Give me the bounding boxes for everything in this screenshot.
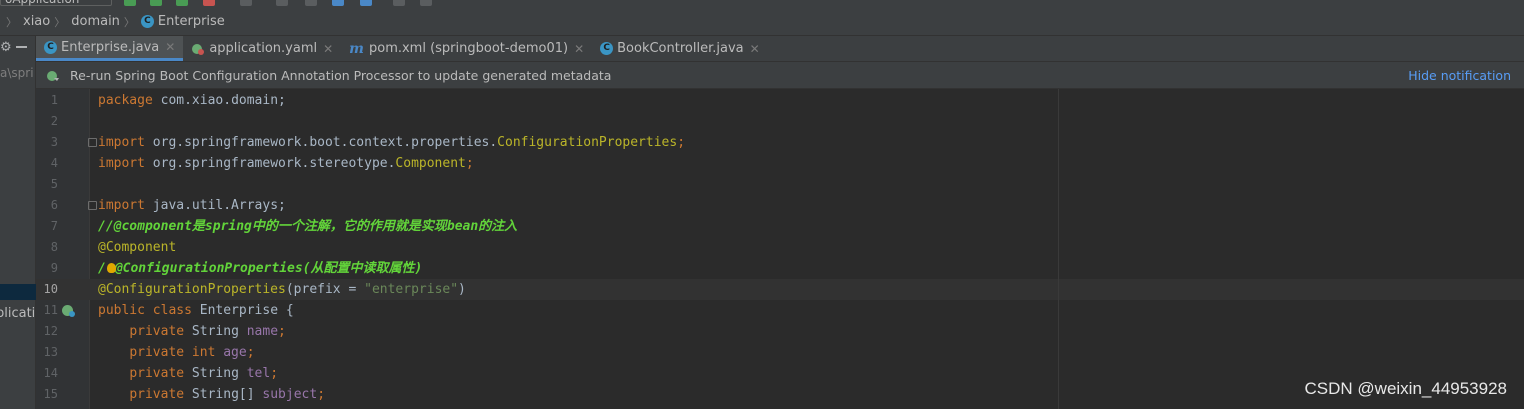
- breadcrumb-item-enterprise[interactable]: Enterprise: [158, 14, 225, 29]
- navigation-breadcrumb: 〉 xiao 〉 domain 〉 C Enterprise: [0, 8, 1524, 36]
- structure-icon[interactable]: [360, 0, 372, 6]
- line-number: 12: [43, 324, 58, 338]
- run-icon[interactable]: [124, 0, 136, 6]
- code-line-3: import org.springframework.boot.context.…: [98, 135, 686, 150]
- spring-boot-icon: [46, 69, 59, 82]
- code-line-13: private int age;: [129, 345, 255, 360]
- code-line-7: //@component是spring中的一个注解，它的作用就是实现bean的注…: [98, 219, 518, 234]
- line-number: 15: [43, 387, 58, 401]
- code-line-11: public class Enterprise {: [98, 303, 294, 318]
- tab-label: BookController.java: [617, 41, 744, 56]
- editor-tabs: C Enterprise.java ✕ application.yaml ✕ m…: [36, 36, 1524, 62]
- close-icon[interactable]: ✕: [750, 42, 760, 56]
- collapse-icon[interactable]: [16, 46, 27, 48]
- line-number: 13: [43, 345, 58, 359]
- code-line-14: private String tel;: [129, 366, 279, 381]
- selected-tree-row[interactable]: [0, 284, 36, 300]
- line-number: 8: [50, 240, 58, 254]
- line-number: 5: [50, 177, 58, 191]
- right-margin-guide: [1058, 89, 1059, 409]
- line-number: 7: [50, 219, 58, 233]
- tab-application-yaml[interactable]: application.yaml ✕: [183, 36, 341, 61]
- settings-gear-icon[interactable]: ⚙: [0, 40, 12, 55]
- class-icon: C: [44, 40, 57, 54]
- line-number: 14: [43, 366, 58, 380]
- tab-enterprise-java[interactable]: C Enterprise.java ✕: [36, 36, 184, 61]
- close-icon[interactable]: ✕: [574, 42, 584, 56]
- fold-marker-icon[interactable]: [88, 201, 97, 210]
- tab-label: pom.xml (springboot-demo01): [368, 41, 569, 56]
- line-number: 11: [43, 303, 58, 317]
- run-configuration-select[interactable]: oApplication: [0, 0, 112, 6]
- code-line-1: package com.xiao.domain;: [98, 93, 286, 108]
- profile-icon[interactable]: [203, 0, 215, 6]
- line-number: 2: [50, 114, 58, 128]
- project-path-fragment[interactable]: a\spri: [0, 66, 34, 80]
- csdn-watermark: CSDN @weixin_44953928: [1304, 379, 1507, 398]
- search-icon[interactable]: [420, 0, 432, 6]
- build-icon[interactable]: [276, 0, 288, 6]
- stop-icon[interactable]: [240, 0, 252, 6]
- line-number: 9: [50, 261, 58, 275]
- code-line-12: private String name;: [129, 324, 286, 339]
- class-icon: C: [140, 15, 154, 28]
- chevron-right-icon: 〉: [6, 15, 17, 29]
- breadcrumb-item-xiao[interactable]: xiao: [23, 14, 50, 29]
- project-tool-window: ⚙ a\spri plicati: [0, 36, 36, 409]
- line-number-current: 10: [43, 282, 58, 296]
- code-line-8: @Component: [98, 240, 177, 255]
- line-number: 1: [50, 93, 58, 107]
- tab-label: application.yaml: [209, 41, 318, 56]
- hide-notification-link[interactable]: Hide notification: [1408, 68, 1511, 83]
- debug-icon[interactable]: [150, 0, 162, 6]
- code-line-15: private String[] subject;: [129, 387, 326, 402]
- tree-item-application[interactable]: plicati: [0, 306, 35, 321]
- maven-icon: m: [349, 40, 364, 57]
- code-line-9: / @ConfigurationProperties(从配置中读取属性): [98, 261, 423, 276]
- fold-marker-icon[interactable]: [88, 138, 97, 147]
- line-number: 4: [50, 156, 58, 170]
- chevron-right-icon: 〉: [54, 15, 66, 29]
- tab-bookcontroller-java[interactable]: C BookController.java ✕: [592, 36, 768, 61]
- code-line-4: import org.springframework.stereotype.Co…: [98, 156, 474, 171]
- tab-pom-xml[interactable]: m pom.xml (springboot-demo01) ✕: [341, 36, 592, 61]
- update-icon[interactable]: [305, 0, 317, 6]
- project-structure-icon[interactable]: [393, 0, 405, 6]
- class-icon: C: [600, 42, 614, 55]
- coverage-icon[interactable]: [176, 0, 188, 6]
- breadcrumb-item-domain[interactable]: domain: [71, 14, 120, 29]
- code-line-6: import java.util.Arrays;: [98, 198, 286, 213]
- spring-bean-gutter-icon[interactable]: [62, 305, 75, 317]
- close-icon[interactable]: ✕: [323, 42, 333, 56]
- chevron-right-icon: 〉: [123, 15, 135, 29]
- notification-banner: Re-run Spring Boot Configuration Annotat…: [36, 62, 1524, 89]
- intention-bulb-icon[interactable]: [107, 263, 116, 273]
- line-number: 3: [50, 135, 58, 149]
- close-icon[interactable]: ✕: [165, 40, 175, 54]
- vcs-icon[interactable]: [332, 0, 344, 6]
- spring-leaf-icon: [191, 42, 205, 55]
- tab-label: Enterprise.java: [61, 39, 160, 55]
- line-number: 6: [50, 198, 58, 212]
- main-toolbar: oApplication: [0, 0, 1524, 8]
- code-line-10: @ConfigurationProperties(prefix = "enter…: [98, 282, 466, 297]
- notification-message: Re-run Spring Boot Configuration Annotat…: [70, 67, 612, 83]
